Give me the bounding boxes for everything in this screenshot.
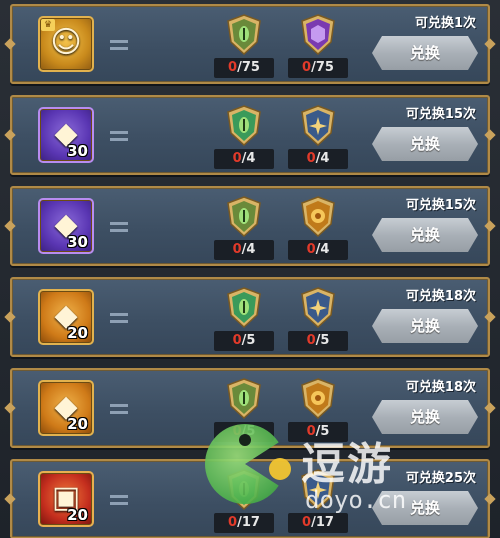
cost-quantity: 0/17	[214, 513, 274, 533]
cost-item: 0/4	[288, 196, 348, 262]
cost-quantity: 0/4	[288, 240, 348, 260]
green-emblem-icon[interactable]	[226, 105, 262, 147]
green-emblem-icon[interactable]	[226, 378, 262, 420]
owned-amount: 0	[228, 60, 238, 75]
required-amount: 5	[320, 424, 330, 439]
item-count: 20	[67, 415, 88, 433]
cost-quantity: 0/75	[214, 58, 274, 78]
item-count: 30	[67, 233, 88, 251]
cost-quantity: 0/5	[214, 331, 274, 351]
equals-icon	[110, 313, 128, 323]
equals-icon	[110, 495, 128, 505]
crown-icon: ♛	[41, 19, 55, 31]
item-count: 20	[67, 324, 88, 342]
exchange-limit-label: 可兑换15次	[405, 198, 476, 213]
exchange-row: ◆ 20 0/5 0/5 可兑换18次兑换	[10, 368, 490, 448]
cost-item: 0/5	[214, 287, 274, 353]
owned-amount: 0	[306, 333, 316, 348]
treasure-chest-icon[interactable]: ▣ 20	[38, 471, 94, 527]
exchange-limit-label: 可兑换1次	[414, 16, 476, 31]
equals-icon	[110, 404, 128, 414]
required-amount: 75	[315, 60, 334, 75]
cost-item: 0/5	[288, 378, 348, 444]
silver-crystal-icon[interactable]: ◆ 30	[38, 198, 94, 254]
exchange-button[interactable]: 兑换	[372, 127, 478, 161]
cost-quantity: 0/75	[288, 58, 348, 78]
owned-amount: 0	[302, 515, 312, 530]
exchange-button[interactable]: 兑换	[372, 400, 478, 434]
exchange-button[interactable]: 兑换	[372, 309, 478, 343]
required-amount: 5	[246, 333, 256, 348]
equals-icon	[110, 222, 128, 232]
required-amount: 4	[246, 151, 256, 166]
cost-item: 0/17	[214, 469, 274, 535]
exchange-button[interactable]: 兑换	[372, 36, 478, 70]
green-emblem-icon[interactable]	[226, 469, 262, 511]
blue-star-emblem-icon[interactable]	[300, 105, 336, 147]
cost-item: 0/75	[214, 14, 274, 80]
hero-portrait-icon[interactable]: ☺ ♛	[38, 16, 94, 72]
required-amount: 4	[320, 242, 330, 257]
required-amount: 4	[320, 151, 330, 166]
exchange-button[interactable]: 兑换	[372, 218, 478, 252]
exchange-limit-label: 可兑换15次	[405, 107, 476, 122]
cost-item: 0/17	[288, 469, 348, 535]
owned-amount: 0	[306, 424, 316, 439]
cost-quantity: 0/4	[288, 149, 348, 169]
required-amount: 5	[320, 333, 330, 348]
blue-star-emblem-icon[interactable]	[300, 469, 336, 511]
gold-crystal-icon[interactable]: ◆ 20	[38, 380, 94, 436]
owned-amount: 0	[232, 333, 242, 348]
required-amount: 5	[246, 424, 256, 439]
equals-icon	[110, 40, 128, 50]
green-emblem-icon[interactable]	[226, 14, 262, 56]
exchange-row: ▣ 20 0/17 0/17 可兑换25次兑换	[10, 459, 490, 538]
green-emblem-icon[interactable]	[226, 287, 262, 329]
item-count: 30	[67, 142, 88, 160]
blue-star-emblem-icon[interactable]	[300, 287, 336, 329]
cost-item: 0/4	[214, 105, 274, 171]
exchange-limit-label: 可兑换18次	[405, 289, 476, 304]
exchange-row: ◆ 30 0/4 0/4 可兑换15次兑换	[10, 186, 490, 266]
cost-quantity: 0/5	[288, 331, 348, 351]
owned-amount: 0	[302, 60, 312, 75]
owned-amount: 0	[232, 242, 242, 257]
exchange-row: ◆ 20 0/5 0/5 可兑换18次兑换	[10, 277, 490, 357]
cost-item: 0/5	[214, 378, 274, 444]
orange-emblem-icon[interactable]	[300, 196, 336, 238]
required-amount: 17	[315, 515, 334, 530]
cost-item: 0/5	[288, 287, 348, 353]
exchange-button[interactable]: 兑换	[372, 491, 478, 525]
required-amount: 75	[241, 60, 260, 75]
cost-quantity: 0/5	[288, 422, 348, 442]
cost-quantity: 0/5	[214, 422, 274, 442]
cost-item: 0/4	[214, 196, 274, 262]
owned-amount: 0	[232, 424, 242, 439]
owned-amount: 0	[306, 151, 316, 166]
orange-emblem-icon[interactable]	[300, 378, 336, 420]
owned-amount: 0	[306, 242, 316, 257]
purple-emblem-icon[interactable]	[300, 14, 336, 56]
exchange-row: ◆ 30 0/4 0/4 可兑换15次兑换	[10, 95, 490, 175]
required-amount: 17	[241, 515, 260, 530]
green-emblem-icon[interactable]	[226, 196, 262, 238]
item-count: 20	[67, 506, 88, 524]
cost-quantity: 0/4	[214, 240, 274, 260]
owned-amount: 0	[232, 151, 242, 166]
exchange-limit-label: 可兑换18次	[405, 380, 476, 395]
cost-quantity: 0/17	[288, 513, 348, 533]
cost-quantity: 0/4	[214, 149, 274, 169]
exchange-limit-label: 可兑换25次	[405, 471, 476, 486]
gold-crystal-icon[interactable]: ◆ 20	[38, 289, 94, 345]
silver-crystal-icon[interactable]: ◆ 30	[38, 107, 94, 163]
cost-item: 0/4	[288, 105, 348, 171]
cost-item: 0/75	[288, 14, 348, 80]
exchange-row: ☺ ♛ 0/75 0/75 可兑换1次兑换	[10, 4, 490, 84]
required-amount: 4	[246, 242, 256, 257]
equals-icon	[110, 131, 128, 141]
owned-amount: 0	[228, 515, 238, 530]
item-glyph: ☺	[50, 24, 82, 60]
